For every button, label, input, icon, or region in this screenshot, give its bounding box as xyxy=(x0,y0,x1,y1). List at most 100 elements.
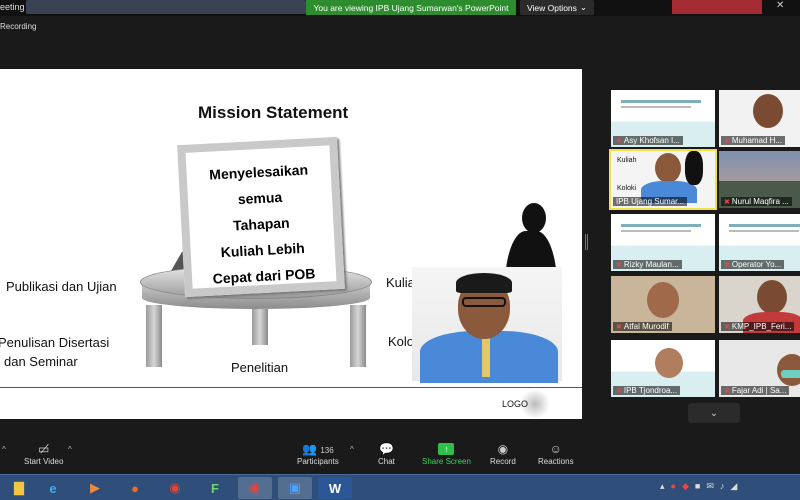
label-dan-seminar: dan Seminar xyxy=(4,354,78,369)
participant-tile[interactable]: ✖ KMP_IPB_Feri... xyxy=(719,276,800,333)
participant-tile[interactable]: ✖ Operator Yo... xyxy=(719,214,800,271)
participant-tile[interactable]: ✖ IPB Tjondroa... xyxy=(611,340,715,397)
title-bar: eeting You are viewing IPB Ujang Sumarwa… xyxy=(0,0,800,16)
mic-muted-icon: ✖ xyxy=(616,323,622,331)
word-icon[interactable]: W xyxy=(318,477,352,499)
label-penelitian: Penelitian xyxy=(231,360,289,375)
participant-tile[interactable]: ✖ Muhamad H... xyxy=(719,90,800,147)
participants-options-caret[interactable]: ^ xyxy=(350,445,354,454)
participant-tile[interactable]: ✖ Atfal Murodif xyxy=(611,276,715,333)
chrome-icon[interactable]: ◉ xyxy=(238,477,272,499)
silhouette-figure xyxy=(685,151,703,185)
network-icon[interactable]: ◢ xyxy=(730,481,737,492)
participant-name: ✖ Asy Khofsan I... xyxy=(613,136,683,145)
chat-button[interactable]: 💬 Chat xyxy=(378,441,395,466)
chat-label: Chat xyxy=(378,457,395,466)
record-button[interactable]: ◉ Record xyxy=(490,441,516,466)
media-player-icon[interactable]: ▶ xyxy=(78,477,112,499)
participant-name: ✖ Rizky Maulan... xyxy=(613,260,682,269)
mic-muted-icon: ✖ xyxy=(724,198,730,206)
participant-face xyxy=(655,348,683,378)
internet-explorer-icon[interactable]: e xyxy=(36,477,70,499)
presenter-hair xyxy=(456,273,512,293)
tray-app-icon[interactable]: ■ xyxy=(695,481,700,492)
participant-name-text: Fajar Adi | Sa... xyxy=(731,386,787,395)
start-video-button[interactable]: ▭̸ Start Video xyxy=(24,441,63,466)
video-options-caret[interactable]: ^ xyxy=(68,445,72,454)
participant-name: ✖ Fajar Adi | Sa... xyxy=(721,386,790,395)
participant-face xyxy=(647,282,679,318)
zoom-icon[interactable]: ▣ xyxy=(278,477,312,499)
mic-muted-icon: ✖ xyxy=(724,323,730,331)
label-publikasi: Publikasi dan Ujian xyxy=(6,279,117,294)
tile-thumbnail xyxy=(621,100,701,103)
tile-overlay-text: Kuliah xyxy=(617,157,637,164)
slide-title: Mission Statement xyxy=(198,103,349,122)
mic-muted-icon: ✖ xyxy=(724,137,730,145)
background-tab-strip xyxy=(26,0,306,14)
participant-name-text: Nurul Maqfira ... xyxy=(731,197,789,206)
share-screen-button[interactable]: ↑ Share Screen xyxy=(422,441,471,466)
participants-button[interactable]: 👥 136 Participants xyxy=(297,441,339,466)
record-icon: ◉ xyxy=(497,442,509,456)
audio-options-caret[interactable]: ^ xyxy=(2,445,6,454)
participant-name-text: Muhamad H... xyxy=(731,136,783,145)
tray-app-icon[interactable]: ● xyxy=(671,481,676,492)
table-leg xyxy=(252,309,268,345)
close-icon[interactable]: ✕ xyxy=(776,0,784,11)
panel-resize-handle[interactable] xyxy=(585,234,588,250)
tile-thumbnail xyxy=(621,224,701,227)
participant-tile-active-speaker[interactable]: Kuliah Koloki IPB Ujang Sumar... xyxy=(609,149,717,210)
window-title: eeting xyxy=(0,2,25,12)
reactions-button[interactable]: ☺ Reactions xyxy=(538,441,574,466)
zoom-window: eeting You are viewing IPB Ujang Sumarwa… xyxy=(0,0,800,500)
shared-screen-slide: Mission Statement Menyelesaikan semua Ta… xyxy=(0,69,582,419)
participant-tile[interactable]: ✖ Asy Khofsan I... xyxy=(611,90,715,147)
mic-muted-icon: ✖ xyxy=(616,387,622,395)
participant-name: ✖ Muhamad H... xyxy=(721,136,786,145)
participant-name: ✖ Atfal Murodif xyxy=(613,322,672,331)
tile-thumbnail xyxy=(621,106,691,108)
presenter-glasses xyxy=(462,297,506,307)
view-options-button[interactable]: View Options ⌄ xyxy=(520,0,594,15)
participant-name-text: Asy Khofsan I... xyxy=(623,136,680,145)
mail-icon[interactable]: ✉ xyxy=(706,481,714,492)
file-explorer-icon[interactable]: ▇ xyxy=(2,477,36,499)
table-leg xyxy=(350,305,366,367)
participant-tile[interactable]: ✖ Rizky Maulan... xyxy=(611,214,715,271)
windows-taskbar: ▇ e ▶ ● ◉ F ◉ ▣ W ▴ ● ◆ ■ ✉ ♪ ◢ xyxy=(0,474,800,500)
chevron-down-icon: ⌄ xyxy=(579,2,588,12)
system-tray: ▴ ● ◆ ■ ✉ ♪ ◢ xyxy=(660,481,737,492)
slide-logo: LOGO xyxy=(502,399,529,409)
firefox-icon[interactable]: ● xyxy=(118,477,152,499)
participant-name: ✖ Operator Yo... xyxy=(721,260,785,269)
participant-face xyxy=(757,280,787,314)
chevron-down-icon: ⌄ xyxy=(709,407,719,419)
participant-name-text: Operator Yo... xyxy=(731,260,782,269)
slide-baseline xyxy=(0,387,582,388)
chrome-icon[interactable]: ◉ xyxy=(158,477,192,499)
participant-name: ✖ IPB Tjondroa... xyxy=(613,386,681,395)
participants-label: Participants xyxy=(297,457,339,466)
face-mask xyxy=(781,370,800,378)
mic-muted-icon: ✖ xyxy=(616,137,622,145)
participant-name-text: IPB Tjondroa... xyxy=(623,386,678,395)
presenter-tie xyxy=(482,337,490,377)
background-window-strip xyxy=(672,0,762,14)
participant-name: ✖ KMP_IPB_Feri... xyxy=(721,322,795,331)
participant-name-text: Rizky Maulan... xyxy=(623,260,679,269)
tray-expand-icon[interactable]: ▴ xyxy=(660,481,665,492)
tile-thumbnail xyxy=(621,230,691,232)
table-leg xyxy=(146,305,162,367)
gallery-scroll-down-button[interactable]: ⌄ xyxy=(688,403,740,423)
participant-name-text: IPB Ujang Sumar... xyxy=(616,197,685,206)
participant-tile[interactable]: ✖ Nurul Maqfira ... xyxy=(719,151,800,208)
reactions-icon: ☺ xyxy=(549,442,562,456)
volume-icon[interactable]: ♪ xyxy=(720,481,725,492)
participant-tile[interactable]: ✖ Fajar Adi | Sa... xyxy=(719,340,800,397)
participants-icon: 👥 136 xyxy=(302,442,334,456)
f-app-icon[interactable]: F xyxy=(198,477,232,499)
tray-app-icon[interactable]: ◆ xyxy=(682,481,689,492)
viewing-banner: You are viewing IPB Ujang Sumarwan's Pow… xyxy=(306,0,516,15)
mission-board: Menyelesaikan semua Tahapan Kuliah Lebih… xyxy=(177,136,345,298)
